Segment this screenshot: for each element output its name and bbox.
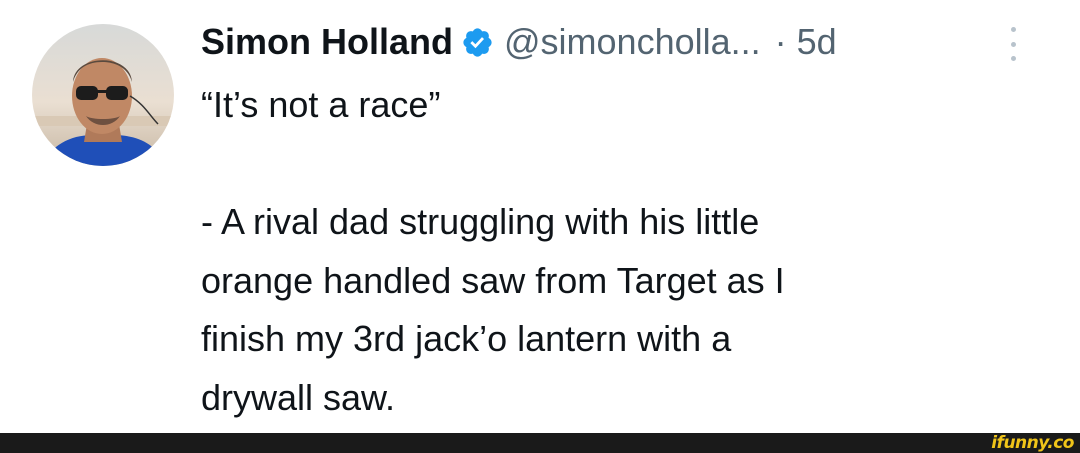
tweet: Simon Holland @simoncholla... · 5d “It’s… <box>0 0 1080 433</box>
avatar-photo-icon <box>32 24 174 166</box>
header-separator: · <box>774 21 787 62</box>
verified-badge-icon <box>461 26 494 59</box>
more-dot <box>1010 41 1016 47</box>
watermark-logo: ifunny.co <box>991 433 1074 453</box>
author-handle[interactable]: @simoncholla... <box>504 21 761 63</box>
more-options-icon[interactable] <box>1008 27 1018 61</box>
author-name[interactable]: Simon Holland <box>201 21 453 63</box>
more-dot <box>1010 27 1016 32</box>
tweet-timestamp[interactable]: 5d <box>797 21 837 63</box>
tweet-text: “It’s not a race” - A rival dad struggli… <box>201 84 785 418</box>
tweet-header: Simon Holland @simoncholla... · 5d <box>201 16 837 68</box>
author-avatar[interactable] <box>32 24 174 166</box>
more-dot <box>1010 56 1016 61</box>
watermark-bar: ifunny.co <box>0 433 1080 453</box>
